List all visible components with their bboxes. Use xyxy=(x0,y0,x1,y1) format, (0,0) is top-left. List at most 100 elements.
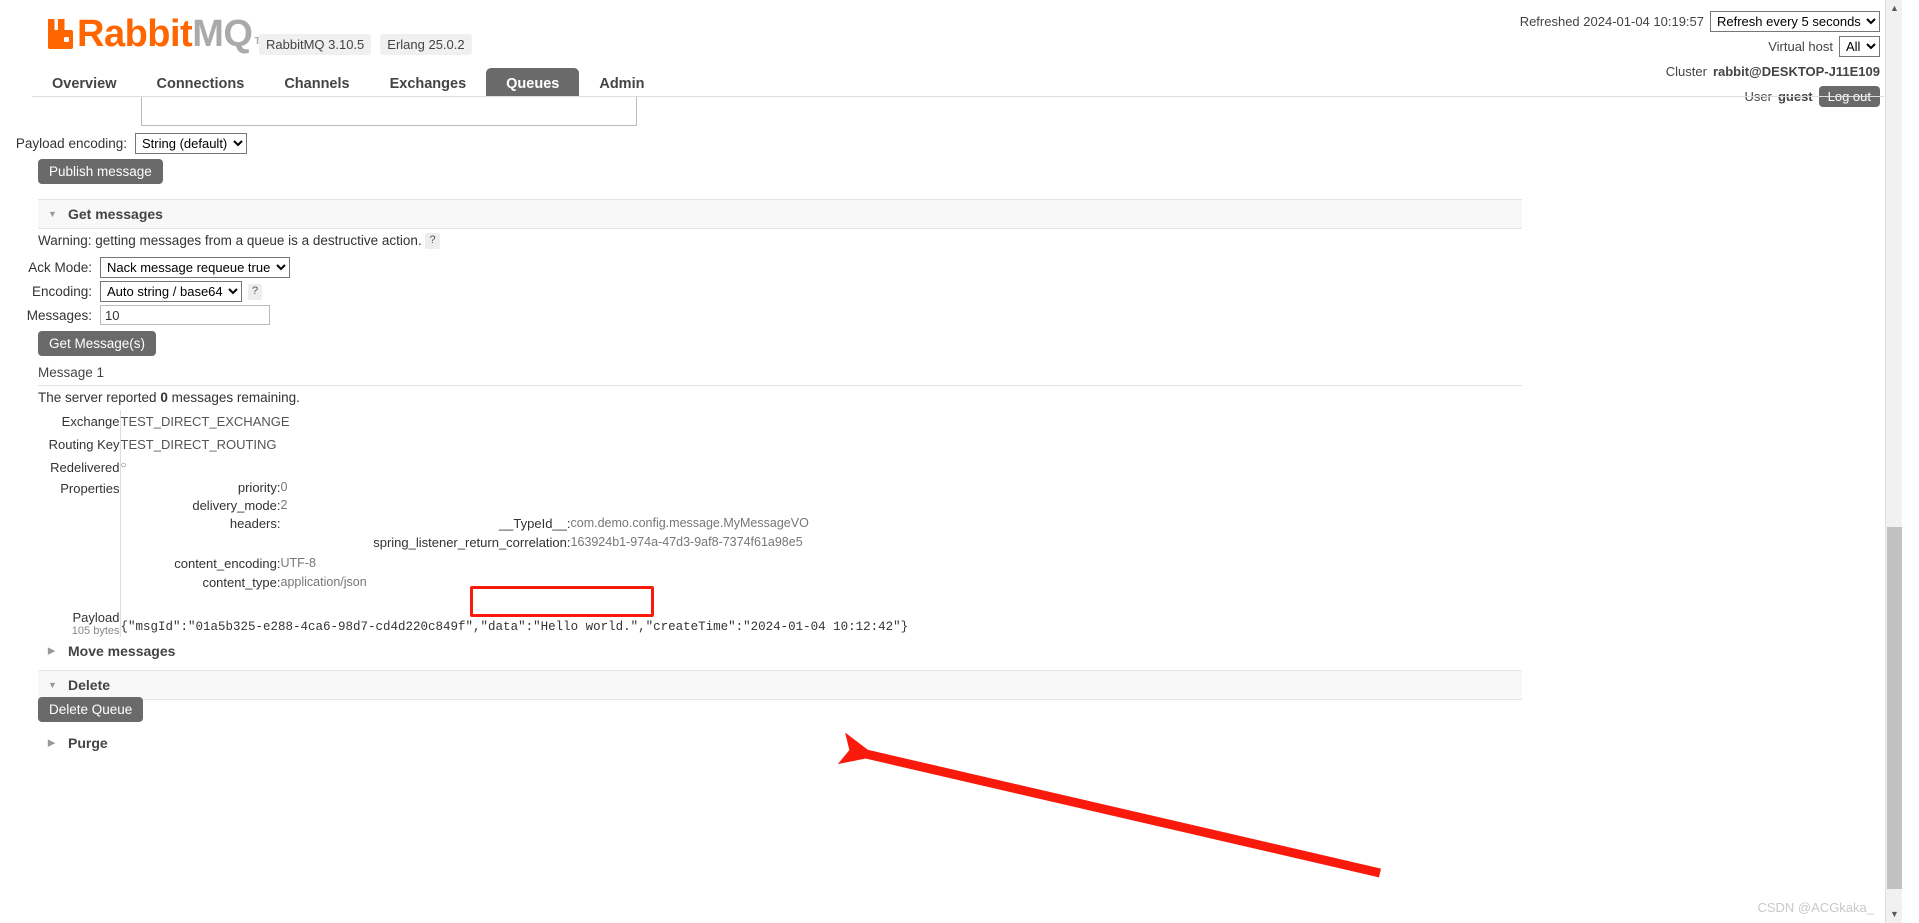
chevron-right-icon: ▶ xyxy=(48,737,55,748)
get-messages-button[interactable]: Get Message(s) xyxy=(38,331,157,356)
ack-mode-label: Ack Mode: xyxy=(28,260,92,275)
headers-row: headers: __TypeId__: com.demo.config.mes… xyxy=(121,513,809,550)
section-purge[interactable]: ▶ Purge xyxy=(38,729,1522,757)
vertical-scrollbar[interactable]: ▲ ▼ xyxy=(1885,0,1902,923)
table-row: Routing Key TEST_DIRECT_ROUTING xyxy=(38,433,1522,456)
rabbit-logo-icon xyxy=(47,18,75,50)
property-row: content_type: application/json xyxy=(121,571,809,590)
correlation-value: 163924b1-974a-47d3-9af8-7374f61a98e5 xyxy=(570,535,803,549)
refresh-row: Refreshed 2024-01-04 10:19:57 Refresh ev… xyxy=(1520,11,1880,32)
message-divider xyxy=(38,385,1522,386)
tab-queues[interactable]: Queues xyxy=(486,68,580,99)
properties-table: priority: 0 delivery_mode: 2 headers: __… xyxy=(121,477,809,590)
scroll-up-arrow-icon[interactable]: ▲ xyxy=(1886,0,1902,17)
annotation-arrow xyxy=(837,732,1382,878)
section-delete-title: Delete xyxy=(68,677,111,693)
server-report-count: 0 xyxy=(160,390,168,405)
typeid-value: com.demo.config.message.MyMessageVO xyxy=(570,516,809,530)
ack-mode-row: Ack Mode: Nack message requeue true xyxy=(0,257,290,278)
logo-text-rabbit: Rabbit xyxy=(77,13,193,55)
header-row: __TypeId__: com.demo.config.message.MyMe… xyxy=(281,516,809,531)
content-encoding-value: UTF-8 xyxy=(280,556,316,570)
logo-wordmark: RabbitMQ xyxy=(77,15,253,53)
vhost-row: Virtual host All xyxy=(1520,36,1880,57)
cluster-row: Cluster rabbit@DESKTOP-J11E109 xyxy=(1520,61,1880,82)
chevron-down-icon: ▼ xyxy=(48,209,57,219)
priority-key: priority: xyxy=(237,480,281,495)
messages-count-label: Messages: xyxy=(26,307,92,323)
watermark: CSDN @ACGkaka_ xyxy=(1757,900,1874,915)
encoding-select[interactable]: Auto string / base64 xyxy=(100,281,242,302)
property-row: content_encoding: UTF-8 xyxy=(121,550,809,571)
headers-value: __TypeId__: com.demo.config.message.MyMe… xyxy=(281,513,809,550)
destructive-warning-text: Warning: getting messages from a queue i… xyxy=(38,233,422,248)
rabbitmq-logo[interactable]: RabbitMQ TM xyxy=(47,15,269,53)
logo-text-mq: MQ xyxy=(192,13,253,55)
ack-mode-select[interactable]: Nack message requeue true xyxy=(100,257,290,278)
destructive-warning: Warning: getting messages from a queue i… xyxy=(38,233,440,250)
table-row: Exchange TEST_DIRECT_EXCHANGE xyxy=(38,410,1522,433)
redelivered-key: Redelivered xyxy=(50,460,120,475)
server-report-suffix: messages remaining. xyxy=(171,390,300,405)
section-move-messages-title: Move messages xyxy=(68,643,176,659)
table-row: Redelivered ○ xyxy=(38,456,1522,475)
headers-table: __TypeId__: com.demo.config.message.MyMe… xyxy=(281,516,809,550)
tab-overview[interactable]: Overview xyxy=(32,68,137,99)
payload-encoding-label: Payload encoding: xyxy=(15,136,127,151)
main-navigation: Overview Connections Channels Exchanges … xyxy=(32,68,664,99)
header-row: spring_listener_return_correlation: 1639… xyxy=(281,531,809,550)
refreshed-timestamp: Refreshed 2024-01-04 10:19:57 xyxy=(1519,14,1704,29)
content-type-value: application/json xyxy=(280,575,367,589)
content-encoding-key: content_encoding: xyxy=(174,556,281,571)
scroll-down-arrow-icon[interactable]: ▼ xyxy=(1886,906,1902,923)
vhost-select[interactable]: All xyxy=(1839,36,1880,57)
rabbitmq-version-badge: RabbitMQ 3.10.5 xyxy=(259,34,372,55)
priority-value: 0 xyxy=(280,480,288,494)
payload-text-highlighted: "createTime":"2024-01-04 10:12:42"} xyxy=(645,620,909,634)
publish-payload-textarea[interactable] xyxy=(141,97,637,126)
redelivered-value: ○ xyxy=(119,456,1522,475)
delivery-mode-value: 2 xyxy=(280,498,288,512)
server-report-prefix: The server reported xyxy=(38,390,157,405)
chevron-right-icon: ▶ xyxy=(48,645,55,656)
erlang-version-badge: Erlang 25.0.2 xyxy=(380,34,472,55)
encoding-help-icon[interactable]: ? xyxy=(248,283,263,300)
exchange-key: Exchange xyxy=(61,414,120,429)
section-move-messages[interactable]: ▶ Move messages xyxy=(38,637,1522,665)
section-purge-title: Purge xyxy=(68,735,108,751)
properties-key: Properties xyxy=(60,481,120,496)
table-row: Properties priority: 0 delivery_mode: 2 xyxy=(38,475,1522,596)
page-root: RabbitMQ TM RabbitMQ 3.10.5 Erlang 25.0.… xyxy=(0,0,1902,923)
section-get-messages-title: Get messages xyxy=(68,206,163,222)
payload-text-before: {"msgId":"01a5b325-e288-4ca6-98d7-cd4d22… xyxy=(120,620,646,634)
messages-count-input[interactable] xyxy=(100,305,270,325)
chevron-down-icon: ▼ xyxy=(48,680,57,690)
routing-key-value: TEST_DIRECT_ROUTING xyxy=(119,433,1522,456)
delete-queue-button[interactable]: Delete Queue xyxy=(38,697,144,722)
property-row: delivery_mode: 2 xyxy=(121,495,809,513)
page-header: RabbitMQ TM RabbitMQ 3.10.5 Erlang 25.0.… xyxy=(0,0,1902,107)
encoding-row: Encoding: Auto string / base64 ? xyxy=(0,281,263,302)
scrollbar-thumb[interactable] xyxy=(1887,527,1902,889)
section-get-messages[interactable]: ▼ Get messages xyxy=(38,199,1522,229)
encoding-label: Encoding: xyxy=(31,284,92,299)
tab-admin[interactable]: Admin xyxy=(579,68,664,99)
tab-exchanges[interactable]: Exchanges xyxy=(370,68,487,99)
cluster-value: rabbit@DESKTOP-J11E109 xyxy=(1712,64,1880,79)
payload-encoding-row: Payload encoding: String (default) xyxy=(0,133,247,154)
section-delete[interactable]: ▼ Delete xyxy=(38,670,1522,700)
typeid-key: __TypeId__: xyxy=(498,516,571,531)
payload-encoding-select[interactable]: String (default) xyxy=(135,133,247,154)
properties-value: priority: 0 delivery_mode: 2 headers: __… xyxy=(119,475,1522,596)
message-heading: Message 1 xyxy=(38,365,105,380)
property-row: priority: 0 xyxy=(121,477,809,495)
headers-key: headers: xyxy=(229,516,281,531)
publish-message-button[interactable]: Publish message xyxy=(38,159,163,184)
tab-connections[interactable]: Connections xyxy=(137,68,265,99)
exchange-value: TEST_DIRECT_EXCHANGE xyxy=(119,410,1522,433)
refresh-interval-select[interactable]: Refresh every 5 seconds xyxy=(1710,11,1880,32)
warning-help-icon[interactable]: ? xyxy=(425,233,440,250)
routing-key-key: Routing Key xyxy=(48,437,120,452)
message-detail-table: Exchange TEST_DIRECT_EXCHANGE Routing Ke… xyxy=(38,410,1522,656)
tab-channels[interactable]: Channels xyxy=(264,68,369,99)
